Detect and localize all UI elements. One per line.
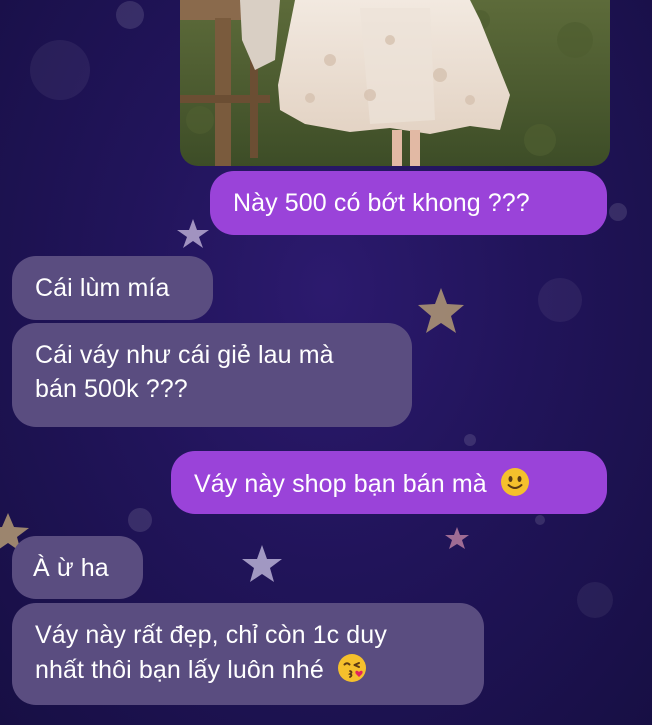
- incoming-message[interactable]: Cái lùm mía: [12, 256, 213, 320]
- message-text: Váy này shop bạn bán mà: [194, 470, 487, 498]
- incoming-message[interactable]: Cái váy như cái giẻ lau mà bán 500k ???: [12, 323, 412, 427]
- bokeh-dot: [128, 508, 152, 532]
- dress-photo[interactable]: [180, 0, 610, 166]
- message-text-line: bán 500k ???: [35, 374, 188, 403]
- message-text-line: nhất thôi bạn lấy luôn nhé: [35, 655, 324, 684]
- bokeh-dot: [30, 40, 90, 100]
- incoming-message[interactable]: Váy này rất đẹp, chỉ còn 1c duy nhất thô…: [12, 603, 484, 705]
- star-icon: [418, 288, 464, 333]
- dress-photo-image: [180, 0, 610, 166]
- slightly-smiling-face-emoji: [500, 468, 529, 496]
- star-icon: [445, 527, 469, 549]
- message-text: À ừ ha: [33, 554, 109, 582]
- message-text: Cái lùm mía: [35, 274, 170, 302]
- outgoing-message[interactable]: Váy này shop bạn bán mà: [171, 451, 607, 514]
- star-icon: [242, 545, 282, 582]
- message-text: Này 500 có bớt khong ???: [233, 189, 530, 217]
- bokeh-dot: [609, 203, 627, 221]
- bokeh-dot: [116, 1, 144, 29]
- kissing-face-emoji: [338, 653, 366, 682]
- message-text-line: Váy này rất đẹp, chỉ còn 1c duy: [35, 621, 387, 649]
- star-icon: [177, 219, 209, 248]
- outgoing-message[interactable]: Này 500 có bớt khong ???: [210, 171, 607, 235]
- message-text-line: Cái váy như cái giẻ lau mà: [35, 341, 334, 369]
- incoming-message[interactable]: À ừ ha: [12, 536, 143, 599]
- bokeh-dot: [464, 434, 476, 446]
- bokeh-dot: [577, 582, 613, 618]
- bokeh-dot: [535, 515, 545, 525]
- bokeh-dot: [538, 278, 582, 322]
